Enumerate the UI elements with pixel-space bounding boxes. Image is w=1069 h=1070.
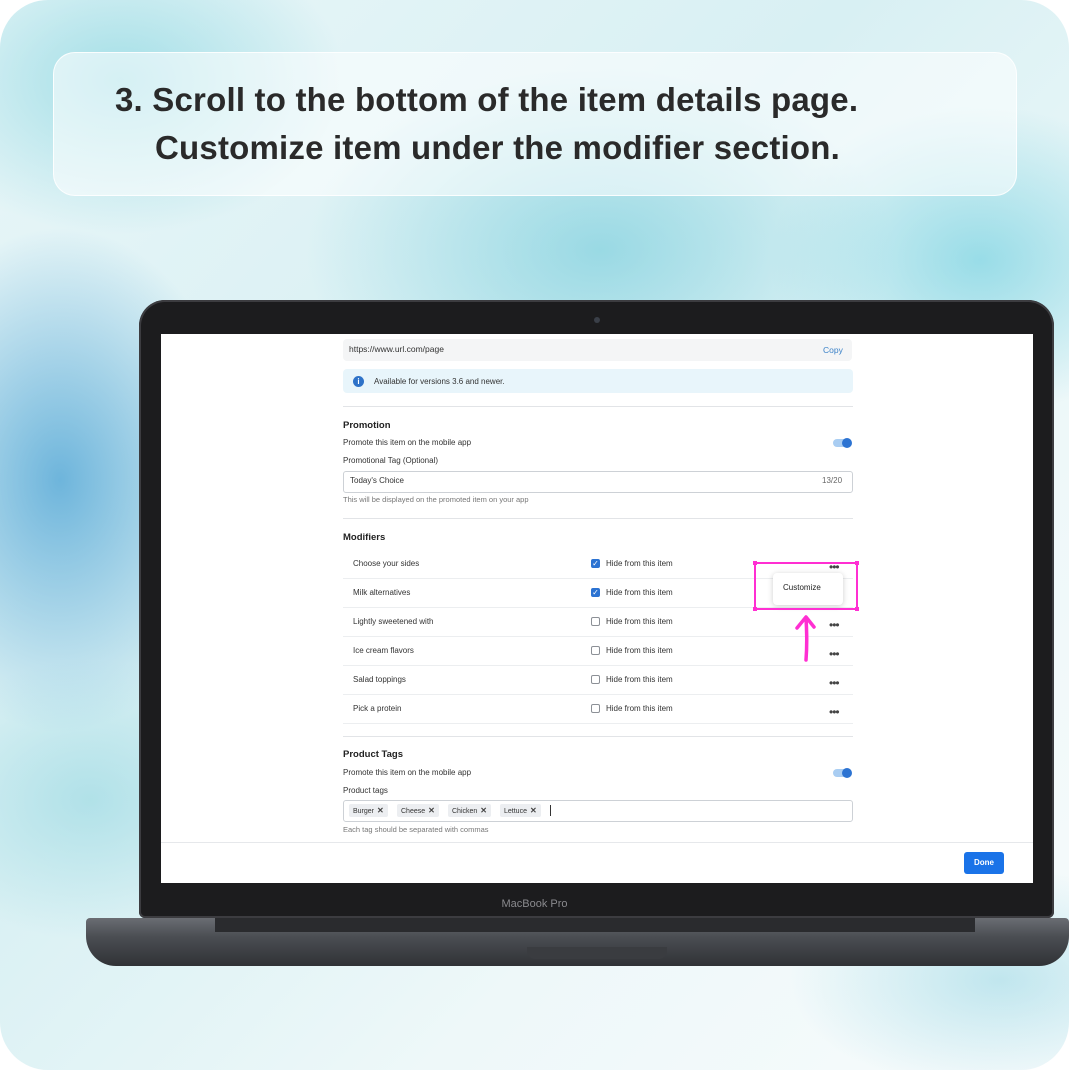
- more-horizontal-icon[interactable]: •••: [829, 619, 840, 631]
- modifier-name: Lightly sweetened with: [353, 617, 434, 626]
- tag-chip: Burger ✕: [349, 804, 388, 817]
- modifiers-title: Modifiers: [343, 532, 386, 543]
- tag-label: Burger: [353, 808, 375, 815]
- product-tags-label: Product tags: [343, 786, 388, 795]
- tag-chip: Lettuce ✕: [500, 804, 541, 817]
- hide-checkbox[interactable]: [591, 617, 600, 626]
- product-tags-title: Product Tags: [343, 749, 403, 760]
- more-horizontal-icon[interactable]: •••: [829, 648, 840, 660]
- hide-label: Hide from this item: [606, 646, 673, 655]
- promote-toggle[interactable]: [833, 437, 852, 448]
- promotional-tag-value: Today's Choice: [350, 476, 404, 485]
- remove-tag-icon[interactable]: ✕: [428, 806, 435, 815]
- promotion-title: Promotion: [343, 420, 391, 431]
- tag-label: Chicken: [452, 808, 478, 815]
- modifier-name: Choose your sides: [353, 559, 420, 568]
- divider: [343, 518, 853, 519]
- hide-label: Hide from this item: [606, 559, 673, 568]
- highlight-corner: [753, 607, 757, 611]
- url-text: https://www.url.com/page: [349, 344, 444, 354]
- product-promote-label: Promote this item on the mobile app: [343, 768, 472, 777]
- modifier-name: Milk alternatives: [353, 588, 411, 597]
- done-button[interactable]: Done: [964, 852, 1004, 874]
- promotional-tag-input[interactable]: [343, 471, 853, 493]
- instruction-line-2: Customize item under the modifier sectio…: [155, 129, 840, 166]
- screen: https://www.url.com/page Copy i Availabl…: [161, 334, 1033, 883]
- camera: [594, 317, 600, 323]
- tag-label: Cheese: [401, 808, 426, 815]
- device-brand: MacBook Pro: [501, 898, 568, 910]
- promotional-tag-label: Promotional Tag (Optional): [343, 456, 439, 465]
- lid-notch: [527, 947, 667, 959]
- hide-checkbox[interactable]: [591, 704, 600, 713]
- remove-tag-icon[interactable]: ✕: [480, 806, 487, 815]
- divider: [343, 406, 853, 407]
- up-arrow-icon: [795, 615, 816, 662]
- hide-label: Hide from this item: [606, 617, 673, 626]
- hide-label: Hide from this item: [606, 675, 673, 684]
- row-separator: [343, 665, 853, 666]
- promotional-tag-hint: This will be displayed on the promoted i…: [343, 495, 529, 504]
- more-horizontal-icon[interactable]: •••: [829, 677, 840, 689]
- instruction-banner: 3. Scroll to the bottom of the item deta…: [53, 52, 1017, 196]
- text-caret: [550, 805, 551, 816]
- more-horizontal-icon[interactable]: •••: [829, 706, 840, 718]
- hide-label: Hide from this item: [606, 588, 673, 597]
- info-icon: i: [353, 376, 364, 387]
- modifier-name: Salad toppings: [353, 675, 406, 684]
- copy-button[interactable]: Copy: [823, 345, 843, 355]
- footer-divider: [161, 842, 1033, 843]
- hide-checkbox[interactable]: ✓: [591, 559, 600, 568]
- tag-label: Lettuce: [504, 808, 527, 815]
- hide-checkbox[interactable]: ✓: [591, 588, 600, 597]
- row-separator: [343, 636, 853, 637]
- remove-tag-icon[interactable]: ✕: [377, 806, 384, 815]
- highlight-box: [754, 562, 858, 610]
- row-separator: [343, 694, 853, 695]
- divider: [343, 736, 853, 737]
- hide-checkbox[interactable]: [591, 646, 600, 655]
- modifier-name: Pick a protein: [353, 704, 402, 713]
- keyboard-edge: [215, 918, 975, 932]
- product-tags-hint: Each tag should be separated with commas: [343, 825, 489, 834]
- modifier-name: Ice cream flavors: [353, 646, 414, 655]
- promote-label: Promote this item on the mobile app: [343, 438, 472, 447]
- highlight-corner: [753, 561, 757, 565]
- highlight-corner: [855, 561, 859, 565]
- hide-label: Hide from this item: [606, 704, 673, 713]
- hide-checkbox[interactable]: [591, 675, 600, 684]
- info-text: Available for versions 3.6 and newer.: [374, 377, 505, 386]
- tag-chip: Chicken ✕: [448, 804, 491, 817]
- tag-chip: Cheese ✕: [397, 804, 439, 817]
- remove-tag-icon[interactable]: ✕: [530, 806, 537, 815]
- instruction-line-1: 3. Scroll to the bottom of the item deta…: [115, 81, 859, 118]
- character-counter: 13/20: [822, 476, 843, 485]
- highlight-corner: [855, 607, 859, 611]
- row-separator: [343, 723, 853, 724]
- product-promote-toggle[interactable]: [833, 767, 852, 778]
